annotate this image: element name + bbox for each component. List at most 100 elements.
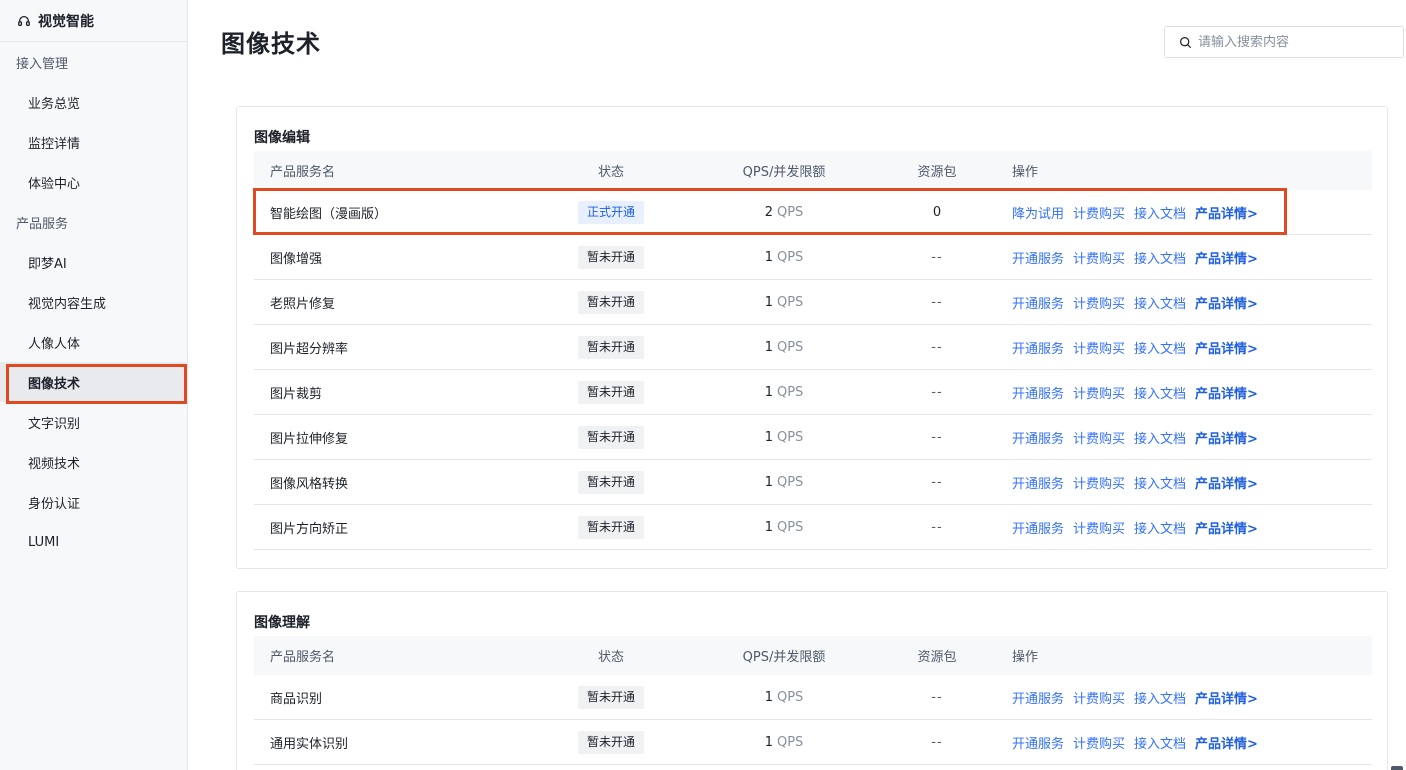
sidebar-item[interactable]: 体验中心 [0,162,187,202]
op-link[interactable]: 计费购买 [1073,733,1125,752]
sidebar-item[interactable]: 身份认证 [0,482,187,522]
product-detail-link[interactable]: 产品详情> [1195,518,1258,537]
op-link[interactable]: 接入文档 [1134,518,1186,537]
brand: 视觉智能 [0,0,187,42]
op-link[interactable]: 接入文档 [1134,428,1186,447]
op-link[interactable]: 计费购买 [1073,338,1125,357]
op-link[interactable]: 降为试用 [1012,203,1064,222]
op-link[interactable]: 开通服务 [1012,383,1064,402]
service-name: 图片拉伸修复 [270,431,349,447]
op-link[interactable]: 开通服务 [1012,428,1064,447]
section-title: 图像编辑 [254,130,310,146]
status-badge: 暂未开通 [577,470,644,494]
op-link[interactable]: 开通服务 [1012,248,1064,267]
ops-cell: 降为试用 计费购买 接入文档 产品详情> [974,203,1372,222]
op-link[interactable]: 接入文档 [1134,688,1186,707]
sidebar-item[interactable]: 人像人体 [0,322,187,362]
op-link[interactable]: 接入文档 [1134,383,1186,402]
op-link[interactable]: 接入文档 [1134,733,1186,752]
status-badge: 暂未开通 [577,290,644,314]
column-header-label: 产品服务名 [270,650,336,665]
package-cell: -- [900,340,974,355]
op-link[interactable]: 计费购买 [1073,688,1125,707]
ops-cell: 开通服务 计费购买 接入文档 产品详情> [974,293,1372,312]
column-header-status: 状态 [554,161,668,180]
op-link[interactable]: 接入文档 [1134,338,1186,357]
product-detail-link[interactable]: 产品详情> [1195,473,1258,492]
status-badge: 暂未开通 [577,425,644,449]
op-link[interactable]: 计费购买 [1073,383,1125,402]
search-box[interactable] [1164,26,1404,58]
op-link[interactable]: 接入文档 [1134,473,1186,492]
product-detail-link[interactable]: 产品详情> [1195,688,1258,707]
op-link[interactable]: 计费购买 [1073,293,1125,312]
section-card-image-editing: 图像编辑 产品服务名 状态 QPS/并发限额 资源包 操作 智能绘图（漫画版） 正式开通 2 Q… [236,106,1388,569]
status-cell: 正式开通 [554,200,668,224]
op-link[interactable]: 计费购买 [1073,473,1125,492]
op-link[interactable]: 开通服务 [1012,518,1064,537]
service-name: 通用实体识别 [270,736,349,752]
column-header-label: 操作 [1012,165,1039,180]
sidebar: 视觉智能 接入管理 业务总览 监控详情 体验中心 产品服务 即梦AI 视觉内容生成 人像人体图… [0,0,188,770]
product-detail-link[interactable]: 产品详情> [1195,203,1258,222]
status-badge: 暂未开通 [577,515,644,539]
column-header-qps: QPS/并发限额 [668,161,900,180]
sidebar-item[interactable]: 视频技术 [0,442,187,482]
package-value: 0 [932,204,942,220]
sidebar-item[interactable]: 视觉内容生成 [0,282,187,322]
table-row: 智能绘图（漫画版） 正式开通 2 QPS 0 降为试用 计费购买 接入文档 产品详情> [254,190,1372,235]
corner-widget[interactable] [1391,766,1403,770]
qps-value: 1 [764,384,773,400]
package-cell: -- [900,250,974,265]
sidebar-item[interactable]: 图像技术 [0,362,187,402]
column-header-ops: 操作 [974,161,1372,180]
table-header: 产品服务名 状态 QPS/并发限额 资源包 操作 [254,151,1372,190]
op-link[interactable]: 计费购买 [1073,428,1125,447]
package-cell: -- [900,735,974,750]
op-link[interactable]: 计费购买 [1073,518,1125,537]
op-link[interactable]: 开通服务 [1012,688,1064,707]
qps-cell: 1 QPS [668,430,900,445]
op-link[interactable]: 开通服务 [1012,293,1064,312]
service-table: 产品服务名 状态 QPS/并发限额 资源包 操作 智能绘图（漫画版） 正式开通 2 QPS 0 降为… [254,151,1372,550]
table-row: 图像增强 暂未开通 1 QPS -- 开通服务 计费购买 接入文档 产品详情> [254,235,1372,280]
service-name: 图片超分辨率 [270,341,349,357]
op-link[interactable]: 计费购买 [1073,203,1125,222]
status-cell: 暂未开通 [554,515,668,539]
product-detail-link[interactable]: 产品详情> [1195,428,1258,447]
package-value: -- [931,249,943,265]
search-input[interactable] [1198,34,1398,50]
sidebar-item[interactable]: 即梦AI [0,242,187,282]
product-detail-link[interactable]: 产品详情> [1195,338,1258,357]
section-title: 图像理解 [254,615,310,631]
qps-value: 1 [764,339,773,355]
qps-cell: 1 QPS [668,250,900,265]
op-link[interactable]: 开通服务 [1012,733,1064,752]
ops-cell: 开通服务 计费购买 接入文档 产品详情> [974,383,1372,402]
qps-cell: 1 QPS [668,520,900,535]
status-badge: 暂未开通 [577,685,644,709]
status-badge: 暂未开通 [577,245,644,269]
op-link[interactable]: 接入文档 [1134,248,1186,267]
table-row: 通用实体识别 暂未开通 1 QPS -- 开通服务 计费购买 接入文档 产品详情> [254,720,1372,765]
qps-cell: 1 QPS [668,340,900,355]
table-row: 图像风格转换 暂未开通 1 QPS -- 开通服务 计费购买 接入文档 产品详情> [254,460,1372,505]
product-detail-link[interactable]: 产品详情> [1195,733,1258,752]
op-link[interactable]: 开通服务 [1012,473,1064,492]
product-detail-link[interactable]: 产品详情> [1195,248,1258,267]
sidebar-item[interactable]: LUMI [0,522,187,562]
product-detail-link[interactable]: 产品详情> [1195,293,1258,312]
sidebar-item[interactable]: 文字识别 [0,402,187,442]
service-name: 智能绘图（漫画版） [270,206,388,222]
op-link[interactable]: 接入文档 [1134,203,1186,222]
op-link[interactable]: 接入文档 [1134,293,1186,312]
ops-cell: 开通服务 计费购买 接入文档 产品详情> [974,518,1372,537]
op-link[interactable]: 计费购买 [1073,248,1125,267]
product-detail-link[interactable]: 产品详情> [1195,383,1258,402]
status-cell: 暂未开通 [554,245,668,269]
package-cell: -- [900,520,974,535]
op-link[interactable]: 开通服务 [1012,338,1064,357]
table-header: 产品服务名 状态 QPS/并发限额 资源包 操作 [254,636,1372,675]
sidebar-item[interactable]: 监控详情 [0,122,187,162]
sidebar-item[interactable]: 业务总览 [0,82,187,122]
